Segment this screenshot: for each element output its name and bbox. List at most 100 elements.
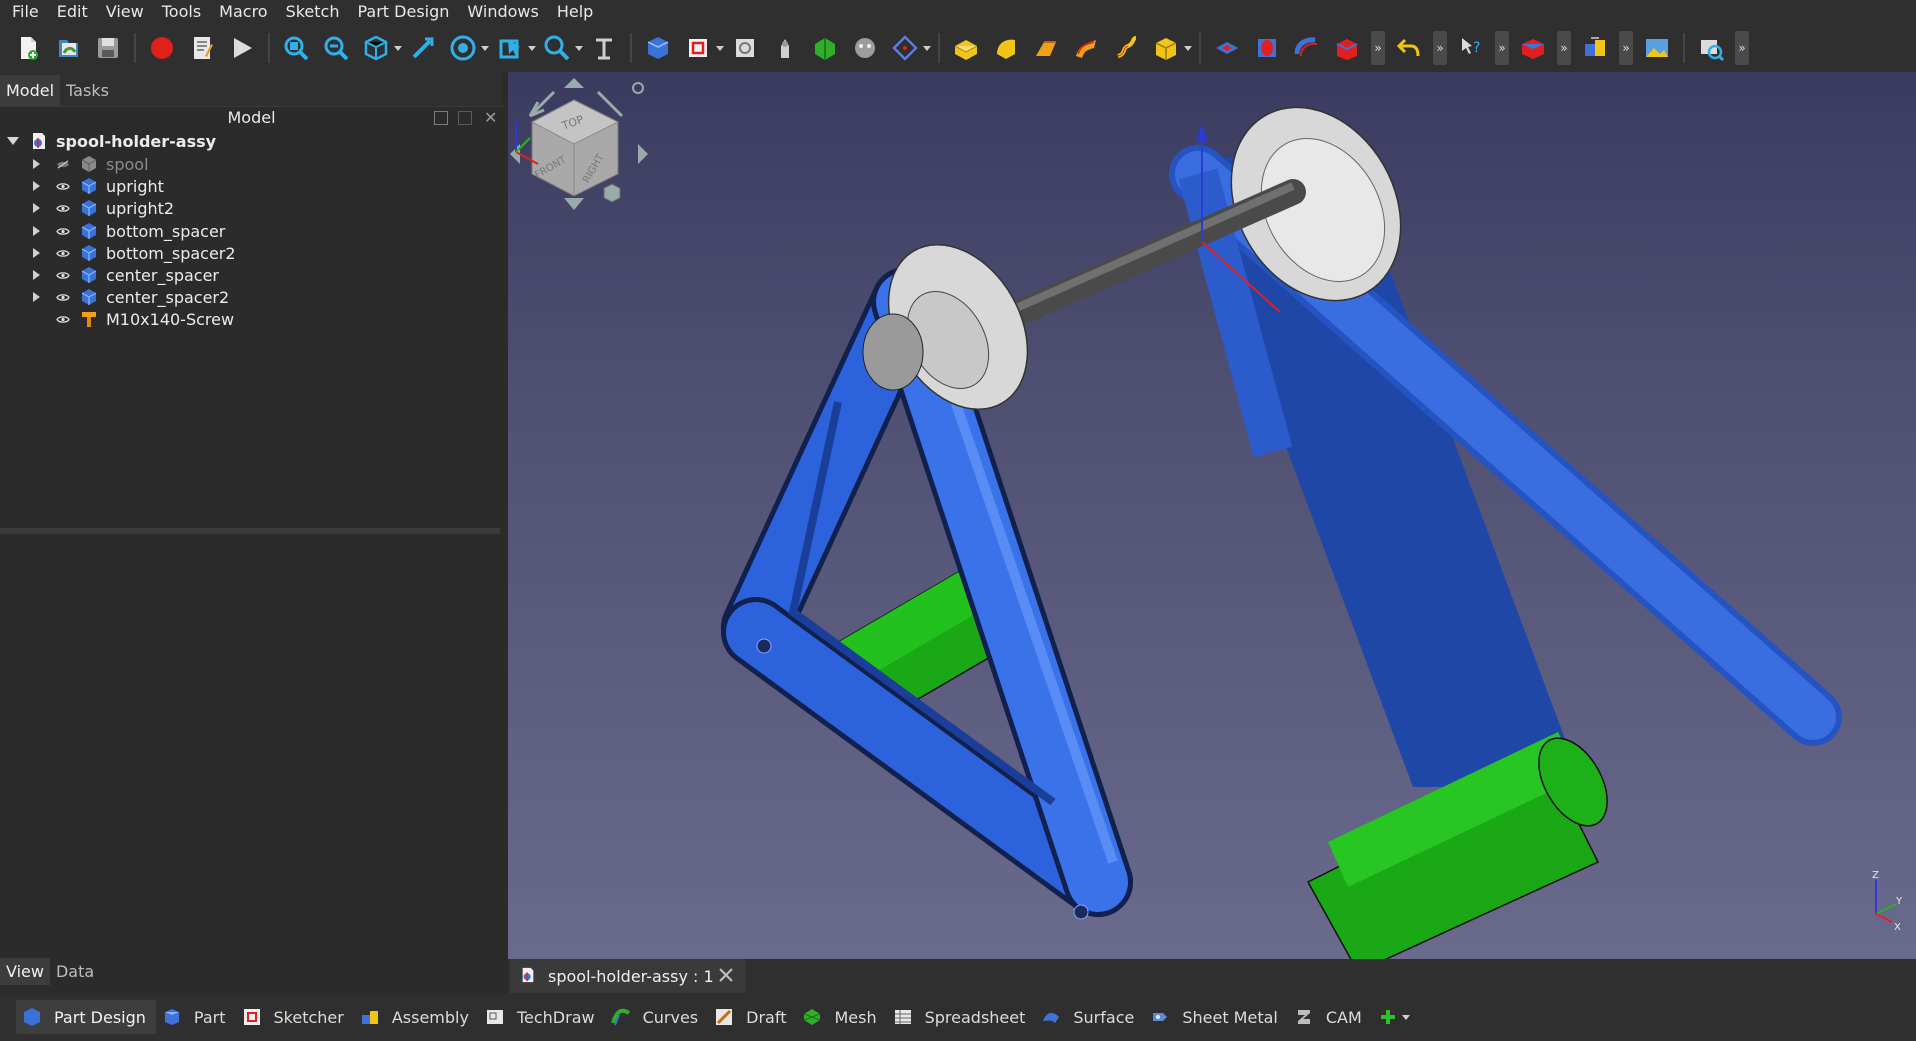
record-macro-icon[interactable] bbox=[145, 31, 179, 65]
menu-edit[interactable]: Edit bbox=[45, 0, 94, 24]
expand-arrow-icon[interactable] bbox=[33, 270, 40, 280]
collapse-arrow-icon[interactable] bbox=[7, 137, 19, 145]
nav-menu-icon[interactable] bbox=[632, 82, 644, 94]
zoom-dropdown[interactable] bbox=[574, 31, 584, 65]
nav-rotate-right-icon[interactable] bbox=[596, 90, 624, 118]
workbench-mesh[interactable]: Mesh bbox=[796, 1000, 886, 1034]
pocket-icon[interactable] bbox=[1210, 31, 1244, 65]
eye-icon[interactable] bbox=[56, 293, 70, 302]
3d-viewport[interactable]: TOP FRONT RIGHT Z Y X bbox=[508, 72, 1916, 959]
create-body-icon[interactable] bbox=[641, 31, 675, 65]
pipe-icon[interactable] bbox=[1069, 31, 1103, 65]
workbench-part[interactable]: Part bbox=[156, 1000, 236, 1034]
eye-icon[interactable] bbox=[56, 249, 70, 258]
eye-icon[interactable] bbox=[56, 315, 70, 324]
menu-help[interactable]: Help bbox=[545, 0, 599, 24]
workbench-part-design[interactable]: Part Design bbox=[16, 1000, 156, 1034]
expand-arrow-icon[interactable] bbox=[33, 292, 40, 302]
eye-icon[interactable] bbox=[56, 271, 70, 280]
eye-icon[interactable] bbox=[56, 182, 70, 191]
hole-icon[interactable] bbox=[1250, 31, 1284, 65]
selection-dropdown[interactable] bbox=[527, 31, 537, 65]
whats-this-icon[interactable]: ? bbox=[1454, 31, 1488, 65]
fit-all-icon[interactable] bbox=[279, 31, 313, 65]
helix-icon[interactable] bbox=[1109, 31, 1143, 65]
validate-sketch-icon[interactable] bbox=[728, 31, 762, 65]
part-box-icon[interactable] bbox=[1516, 31, 1550, 65]
open-document-icon[interactable] bbox=[51, 31, 85, 65]
hidden-eye-icon[interactable] bbox=[56, 160, 70, 169]
tree-item-bottom-spacer2[interactable]: bottom_spacer2 bbox=[0, 242, 500, 264]
workbench-spreadsheet[interactable]: Spreadsheet bbox=[887, 1000, 1036, 1034]
execute-macro-icon[interactable] bbox=[225, 31, 259, 65]
tree-item-upright[interactable]: upright bbox=[0, 175, 500, 197]
nav-arrow-right-icon[interactable] bbox=[638, 144, 648, 164]
zoom-icon[interactable] bbox=[540, 31, 574, 65]
selection-view-icon[interactable] bbox=[493, 31, 527, 65]
menu-view[interactable]: View bbox=[94, 0, 150, 24]
workbench-surface[interactable]: Surface bbox=[1035, 1000, 1144, 1034]
shape-binder-icon[interactable] bbox=[808, 31, 842, 65]
menu-macro[interactable]: Macro bbox=[207, 0, 273, 24]
expand-arrow-icon[interactable] bbox=[33, 181, 40, 191]
datum-plane-icon[interactable] bbox=[888, 31, 922, 65]
3d-scene[interactable]: TOP FRONT RIGHT Z Y X bbox=[508, 72, 1916, 959]
workbench-sketcher[interactable]: Sketcher bbox=[236, 1000, 354, 1034]
draw-style-icon[interactable] bbox=[446, 31, 480, 65]
tree-item-center-spacer[interactable]: center_spacer bbox=[0, 264, 500, 286]
eye-icon[interactable] bbox=[56, 204, 70, 213]
attachment-icon[interactable] bbox=[768, 31, 802, 65]
expand-arrow-icon[interactable] bbox=[33, 203, 40, 213]
macro-editor-icon[interactable] bbox=[185, 31, 219, 65]
workbench-assembly[interactable]: Assembly bbox=[354, 1000, 479, 1034]
navigation-cube[interactable]: TOP FRONT RIGHT bbox=[510, 78, 648, 210]
eye-icon[interactable] bbox=[56, 227, 70, 236]
add-workbench-button[interactable] bbox=[1372, 1000, 1420, 1034]
toolbar-overflow-button[interactable]: » bbox=[1735, 31, 1749, 65]
close-panel-icon[interactable]: ✕ bbox=[484, 107, 497, 129]
menu-file[interactable]: File bbox=[0, 0, 45, 24]
expand-arrow-icon[interactable] bbox=[33, 248, 40, 258]
nav-arrow-up-icon[interactable] bbox=[564, 78, 584, 88]
primitive-dropdown[interactable] bbox=[1183, 31, 1193, 65]
tree-root[interactable]: spool-holder-assy bbox=[0, 130, 500, 152]
close-icon[interactable] bbox=[718, 967, 734, 983]
expand-arrow-icon[interactable] bbox=[33, 226, 40, 236]
loft-icon[interactable] bbox=[1029, 31, 1063, 65]
pad-icon[interactable] bbox=[949, 31, 983, 65]
nav-arrow-down-icon[interactable] bbox=[564, 198, 584, 210]
isometric-dropdown[interactable] bbox=[393, 31, 403, 65]
workbench-sheet-metal[interactable]: Sheet Metal bbox=[1144, 1000, 1288, 1034]
screenshot-icon[interactable] bbox=[1694, 31, 1728, 65]
workbench-techdraw[interactable]: TechDraw bbox=[479, 1000, 605, 1034]
isometric-view-icon[interactable] bbox=[359, 31, 393, 65]
measure-distance-icon[interactable] bbox=[587, 31, 621, 65]
workbench-cam[interactable]: CAM bbox=[1288, 1000, 1372, 1034]
menu-part-design[interactable]: Part Design bbox=[345, 0, 455, 24]
workbench-curves[interactable]: Curves bbox=[605, 1000, 709, 1034]
undo-icon[interactable] bbox=[1392, 31, 1426, 65]
tab-view[interactable]: View bbox=[0, 957, 50, 985]
create-sketch-icon[interactable] bbox=[681, 31, 715, 65]
additive-primitive-icon[interactable] bbox=[1149, 31, 1183, 65]
tab-data[interactable]: Data bbox=[50, 958, 100, 985]
assembly-icon[interactable] bbox=[1578, 31, 1612, 65]
menu-windows[interactable]: Windows bbox=[455, 0, 544, 24]
save-icon[interactable] bbox=[91, 31, 125, 65]
subtractive-loft-icon[interactable] bbox=[1330, 31, 1364, 65]
tree-item-upright2[interactable]: upright2 bbox=[0, 197, 500, 219]
tree-item-center-spacer2[interactable]: center_spacer2 bbox=[0, 286, 500, 308]
toolbar-overflow-button[interactable]: » bbox=[1619, 31, 1633, 65]
clone-icon[interactable] bbox=[848, 31, 882, 65]
float-icon[interactable] bbox=[458, 111, 472, 125]
document-tab[interactable]: spool-holder-assy : 1 bbox=[510, 959, 746, 993]
revolution-icon[interactable] bbox=[989, 31, 1023, 65]
tab-tasks[interactable]: Tasks bbox=[60, 75, 115, 106]
expand-arrow-icon[interactable] bbox=[33, 159, 40, 169]
tree-item-spool[interactable]: spool bbox=[0, 153, 500, 175]
toolbar-overflow-button[interactable]: » bbox=[1371, 31, 1385, 65]
tree-item-bottom-spacer[interactable]: bottom_spacer bbox=[0, 220, 500, 242]
toolbar-overflow-button[interactable]: » bbox=[1495, 31, 1509, 65]
tree-item-screw[interactable]: M10x140-Screw bbox=[0, 308, 500, 330]
sketch-dropdown[interactable] bbox=[715, 31, 725, 65]
